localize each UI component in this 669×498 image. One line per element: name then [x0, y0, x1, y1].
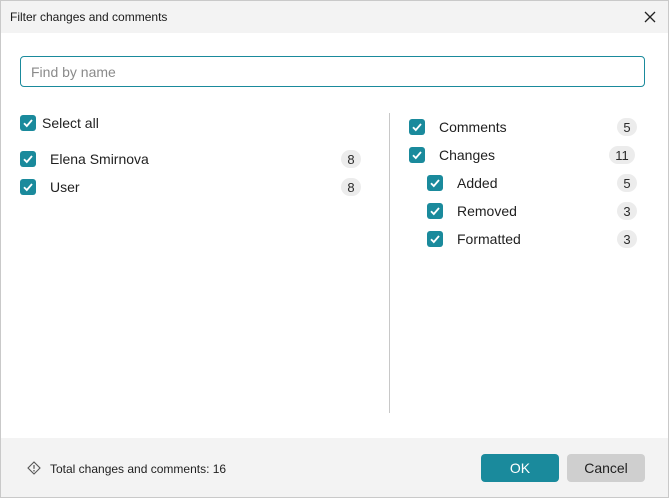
search-input[interactable]: [20, 56, 645, 87]
type-checkbox[interactable]: [409, 119, 425, 135]
checkmark-icon: [23, 155, 33, 164]
ok-button[interactable]: OK: [481, 454, 559, 482]
type-item-added[interactable]: Added: [427, 171, 497, 195]
author-item-user[interactable]: User: [20, 175, 80, 199]
select-all-checkbox[interactable]: [20, 115, 36, 131]
type-item-comments[interactable]: Comments: [409, 115, 507, 139]
type-checkbox[interactable]: [427, 203, 443, 219]
type-checkbox[interactable]: [427, 175, 443, 191]
title-bar: Filter changes and comments: [1, 1, 668, 33]
type-checkbox[interactable]: [427, 231, 443, 247]
cancel-button[interactable]: Cancel: [567, 454, 645, 482]
total-summary: Total changes and comments: 16: [50, 462, 227, 476]
close-icon: [644, 11, 656, 23]
checkmark-icon: [412, 151, 422, 160]
type-checkbox[interactable]: [409, 147, 425, 163]
author-item-elena-smirnova[interactable]: Elena Smirnova: [20, 147, 149, 171]
checkmark-icon: [412, 123, 422, 132]
dialog-footer: Total changes and comments: 16 OK Cancel: [1, 438, 668, 497]
checkmark-icon: [430, 179, 440, 188]
count-badge: 5: [617, 118, 637, 136]
type-label: Formatted: [457, 231, 521, 247]
select-all-label: Select all: [42, 115, 99, 131]
select-all-row[interactable]: Select all: [20, 111, 99, 135]
type-item-removed[interactable]: Removed: [427, 199, 517, 223]
dialog-title: Filter changes and comments: [10, 10, 168, 24]
count-badge: 5: [617, 174, 637, 192]
count-badge: 11: [609, 146, 635, 164]
author-label: Elena Smirnova: [50, 151, 149, 167]
filter-dialog: Filter changes and comments Select all E…: [0, 0, 669, 498]
checkmark-icon: [23, 183, 33, 192]
close-button[interactable]: [638, 5, 662, 29]
type-label: Removed: [457, 203, 517, 219]
count-badge: 8: [341, 178, 361, 196]
column-divider: [389, 113, 390, 413]
count-badge: 3: [617, 230, 637, 248]
type-label: Added: [457, 175, 498, 191]
author-checkbox[interactable]: [20, 151, 36, 167]
info-diamond-icon: [27, 461, 41, 475]
author-checkbox[interactable]: [20, 179, 36, 195]
type-label: Comments: [439, 119, 507, 135]
author-label: User: [50, 179, 80, 195]
type-item-formatted[interactable]: Formatted: [427, 227, 521, 251]
count-badge: 3: [617, 202, 637, 220]
count-badge: 8: [341, 150, 361, 168]
checkmark-icon: [430, 207, 440, 216]
type-label: Changes: [439, 147, 496, 163]
type-item-changes[interactable]: Changes: [409, 143, 495, 167]
checkmark-icon: [23, 119, 33, 128]
checkmark-icon: [430, 235, 440, 244]
